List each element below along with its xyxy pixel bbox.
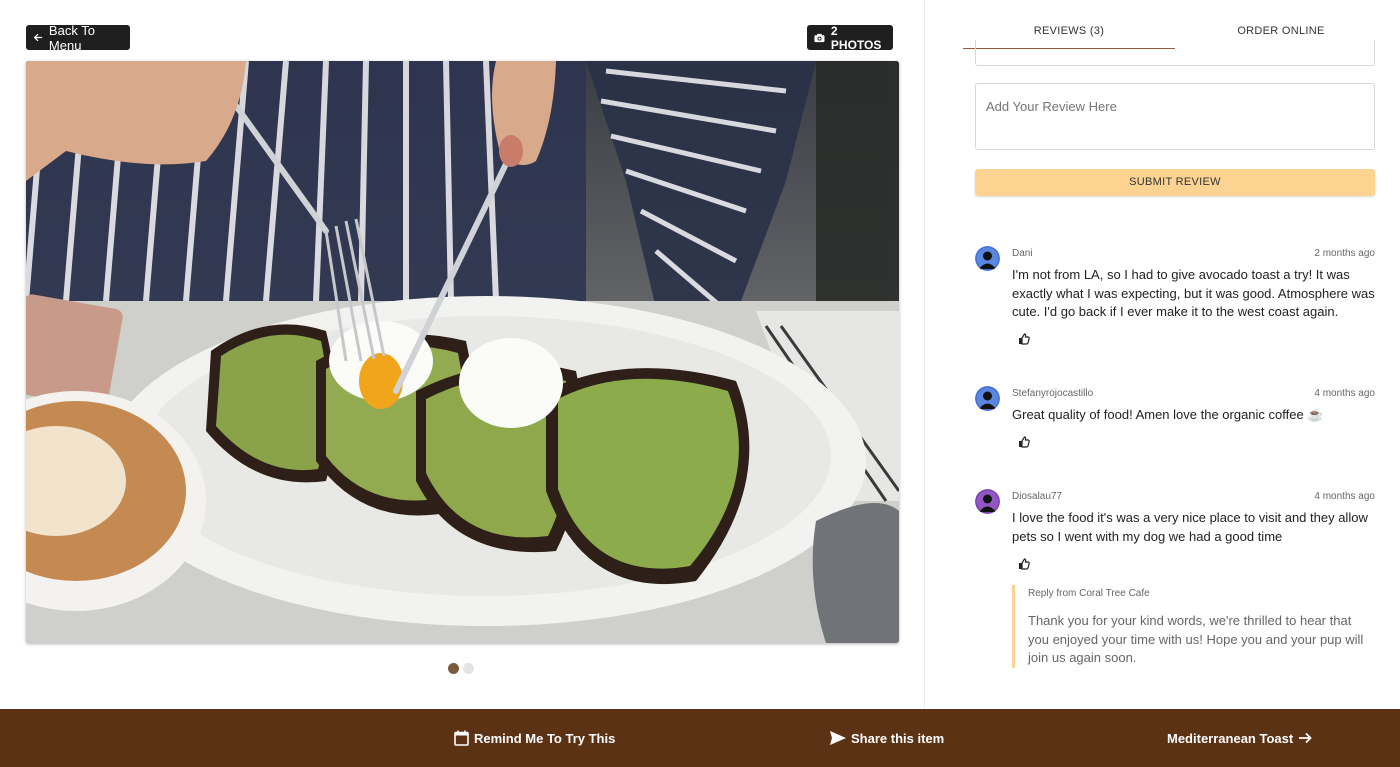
arrow-left-icon <box>33 33 43 42</box>
share-label: Share this item <box>851 730 945 746</box>
reviewer-name: Dani <box>1012 248 1033 259</box>
user-avatar-icon <box>975 386 1000 411</box>
thumbs-up-icon[interactable] <box>1018 333 1030 345</box>
remind-me-button[interactable]: Remind Me To Try This <box>454 709 615 767</box>
photo-dot-1[interactable] <box>448 663 459 674</box>
reviewer-name: Stefanyrojocastillo <box>1012 388 1094 399</box>
reply-text: Thank you for your kind words, we're thr… <box>1028 613 1364 665</box>
next-item-button[interactable]: Mediterranean Toast <box>1167 709 1312 767</box>
review-item: Stefanyrojocastillo 4 months ago Great q… <box>975 386 1375 456</box>
reply-from: Reply from Coral Tree Cafe <box>1028 588 1150 599</box>
review-text: I'm not from LA, so I had to give avocad… <box>1012 267 1375 319</box>
review-text: I love the food it's was a very nice pla… <box>1012 510 1368 544</box>
send-icon <box>830 731 846 745</box>
back-to-menu-button[interactable]: Back To Menu <box>26 22 130 53</box>
action-footer: Remind Me To Try This Share this item Me… <box>0 709 1400 767</box>
review-time: 4 months ago <box>1314 388 1375 399</box>
back-to-menu-label: Back To Menu <box>48 22 95 53</box>
review-item: Dani 2 months ago I'm not from LA, so I … <box>975 246 1375 356</box>
photo-pagination <box>448 663 474 674</box>
user-avatar-icon <box>975 246 1000 271</box>
reviews-panel: REVIEWS (3) ORDER ONLINE SUBMIT REVIEW D… <box>925 0 1400 709</box>
review-input[interactable] <box>975 83 1375 150</box>
avocado-toast-image <box>26 61 899 643</box>
review-time: 2 months ago <box>1314 248 1375 259</box>
owner-reply: Reply from Coral Tree Cafe Thank you for… <box>1012 585 1375 668</box>
photos-button[interactable]: 2 PHOTOS <box>807 23 893 52</box>
avatar <box>975 386 1000 411</box>
submit-review-button[interactable]: SUBMIT REVIEW <box>975 169 1375 196</box>
avatar <box>975 246 1000 271</box>
arrow-right-icon <box>1299 732 1312 744</box>
remind-me-label: Remind Me To Try This <box>474 730 616 746</box>
reviewer-name-input[interactable] <box>975 40 1375 66</box>
photo-dot-2[interactable] <box>463 663 474 674</box>
camera-icon <box>814 33 825 42</box>
review-item: Diosalau77 4 months ago I love the food … <box>975 489 1375 579</box>
user-avatar-icon <box>975 489 1000 514</box>
avatar <box>975 489 1000 514</box>
item-detail-panel: Back To Menu 2 PHOTOS <box>0 0 924 709</box>
calendar-icon <box>454 730 469 746</box>
item-photo[interactable] <box>26 61 899 643</box>
share-button[interactable]: Share this item <box>830 709 944 767</box>
thumbs-up-icon[interactable] <box>1018 558 1030 570</box>
review-time: 4 months ago <box>1314 491 1375 502</box>
next-item-label: Mediterranean Toast <box>1167 730 1294 746</box>
reviewer-name: Diosalau77 <box>1012 491 1063 502</box>
photos-label: 2 PHOTOS <box>830 23 882 52</box>
review-text: Great quality of food! Amen love the org… <box>1012 407 1324 422</box>
thumbs-up-icon[interactable] <box>1018 436 1030 448</box>
